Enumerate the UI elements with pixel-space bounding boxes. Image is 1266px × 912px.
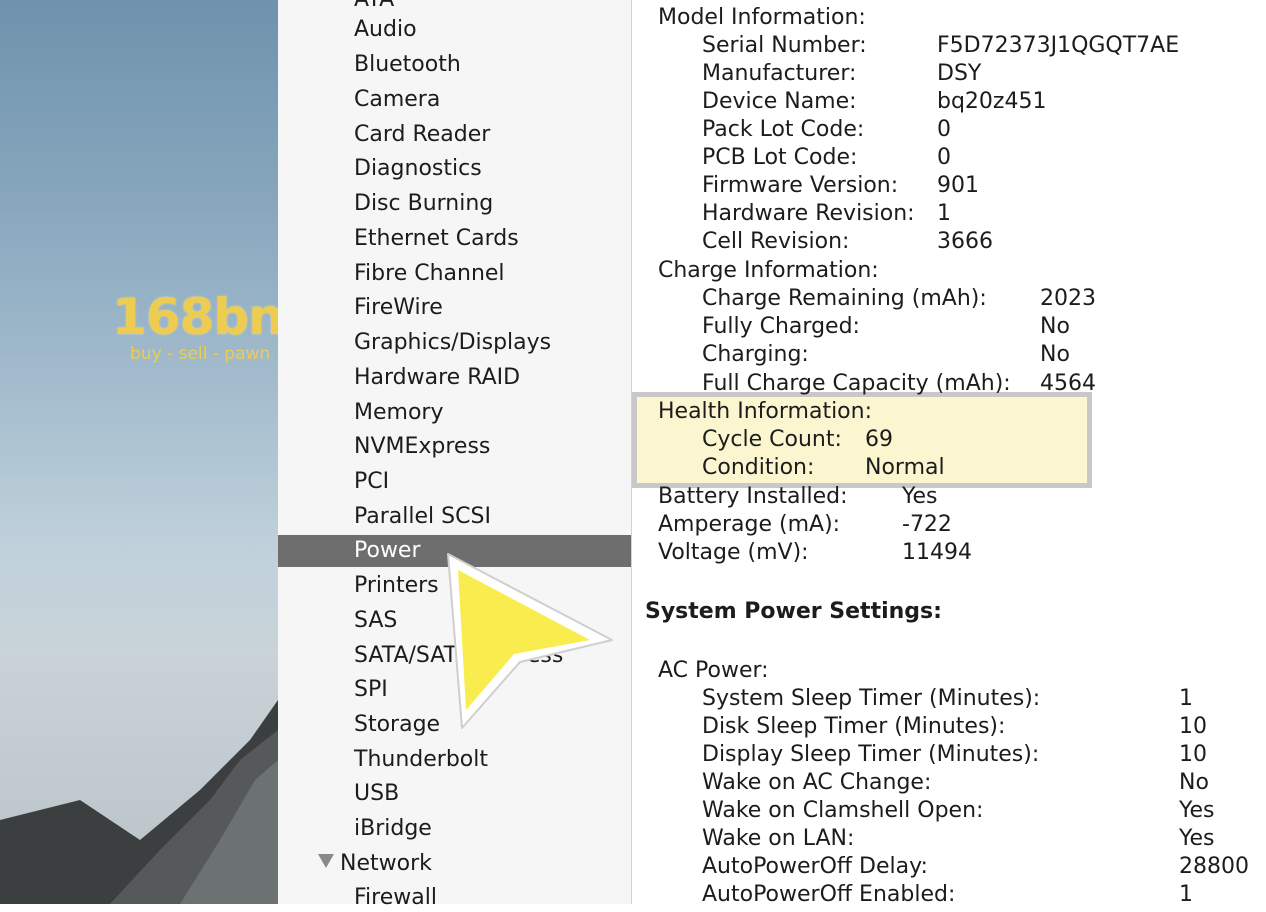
system-power-heading: System Power Settings: — [645, 599, 942, 624]
sidebar-item-bluetooth[interactable]: Bluetooth — [278, 51, 631, 79]
sidebar-item-firewire[interactable]: FireWire — [278, 294, 631, 322]
sidebar-item-usb[interactable]: USB — [278, 780, 631, 808]
sidebar-item-disc-burning[interactable]: Disc Burning — [278, 190, 631, 218]
sidebar-item-card-reader[interactable]: Card Reader — [278, 121, 631, 149]
sidebar-item-audio[interactable]: Audio — [278, 16, 631, 44]
health-info-heading: Health Information: — [658, 399, 872, 424]
charge-info-heading: Charge Information: — [658, 258, 879, 283]
sidebar-item-hardware-raid[interactable]: Hardware RAID — [278, 364, 631, 392]
sidebar-item-pci[interactable]: PCI — [278, 468, 631, 496]
watermark: 168bnt buy - sell - pawn — [112, 288, 278, 364]
pointer-arrow-icon — [447, 553, 613, 729]
sidebar-item-nvmexpress[interactable]: NVMExpress — [278, 433, 631, 461]
sidebar-group-label: Network — [340, 851, 432, 876]
sidebar-item-memory[interactable]: Memory — [278, 399, 631, 427]
sidebar-item-parallel-scsi[interactable]: Parallel SCSI — [278, 503, 631, 531]
desktop-wallpaper: 168bnt buy - sell - pawn — [0, 0, 278, 904]
sidebar-item-ibridge[interactable]: iBridge — [278, 815, 631, 843]
sidebar-item-firewall[interactable]: Firewall — [278, 884, 631, 912]
sidebar-item-ethernet-cards[interactable]: Ethernet Cards — [278, 225, 631, 253]
mountain-graphic — [0, 700, 278, 904]
sidebar-item-ata[interactable]: ATA — [278, 0, 631, 14]
watermark-tagline: buy - sell - pawn — [130, 344, 271, 364]
sidebar[interactable]: ATA Audio Bluetooth Camera Card Reader D… — [278, 0, 632, 910]
sidebar-item-graphics-displays[interactable]: Graphics/Displays — [278, 329, 631, 357]
sidebar-item-diagnostics[interactable]: Diagnostics — [278, 155, 631, 183]
sidebar-item-camera[interactable]: Camera — [278, 86, 631, 114]
disclosure-triangle-icon[interactable] — [318, 854, 334, 868]
watermark-brand: 168bnt — [112, 288, 278, 346]
sidebar-item-thunderbolt[interactable]: Thunderbolt — [278, 746, 631, 774]
sidebar-item-fibre-channel[interactable]: Fibre Channel — [278, 260, 631, 288]
sidebar-group-network[interactable]: Network — [278, 850, 631, 878]
model-info-heading: Model Information: — [658, 5, 866, 30]
ac-power-heading: AC Power: — [658, 658, 769, 683]
